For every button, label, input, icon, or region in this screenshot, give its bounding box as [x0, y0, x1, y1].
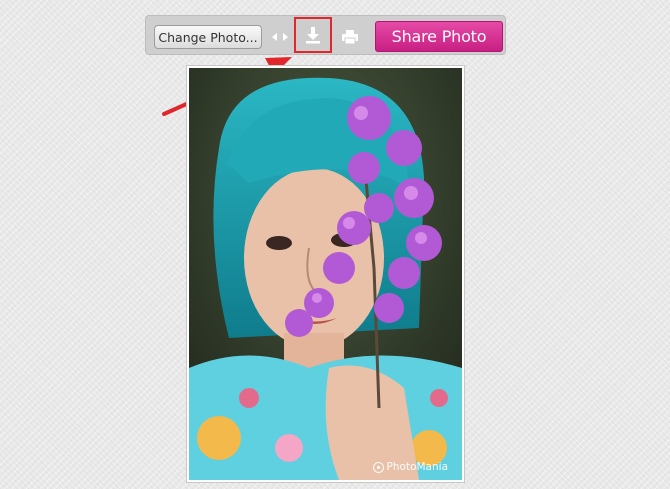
- photo-frame: PhotoMania: [186, 65, 465, 483]
- photomania-watermark: PhotoMania: [372, 461, 448, 473]
- share-photo-button[interactable]: Share Photo: [375, 21, 503, 52]
- photo-toolbar: Change Photo... Share Photo: [145, 15, 506, 55]
- download-button[interactable]: [294, 17, 332, 53]
- download-icon: [306, 27, 320, 44]
- compare-button[interactable]: [266, 23, 294, 51]
- compare-arrows-icon: [272, 33, 288, 41]
- print-icon: [342, 30, 358, 45]
- photomania-logo-icon: [372, 461, 384, 473]
- watermark-label: PhotoMania: [386, 461, 448, 473]
- edited-photo: PhotoMania: [189, 68, 462, 480]
- portrait-image: [189, 68, 462, 480]
- change-photo-button[interactable]: Change Photo...: [154, 25, 262, 49]
- print-button[interactable]: [336, 23, 364, 51]
